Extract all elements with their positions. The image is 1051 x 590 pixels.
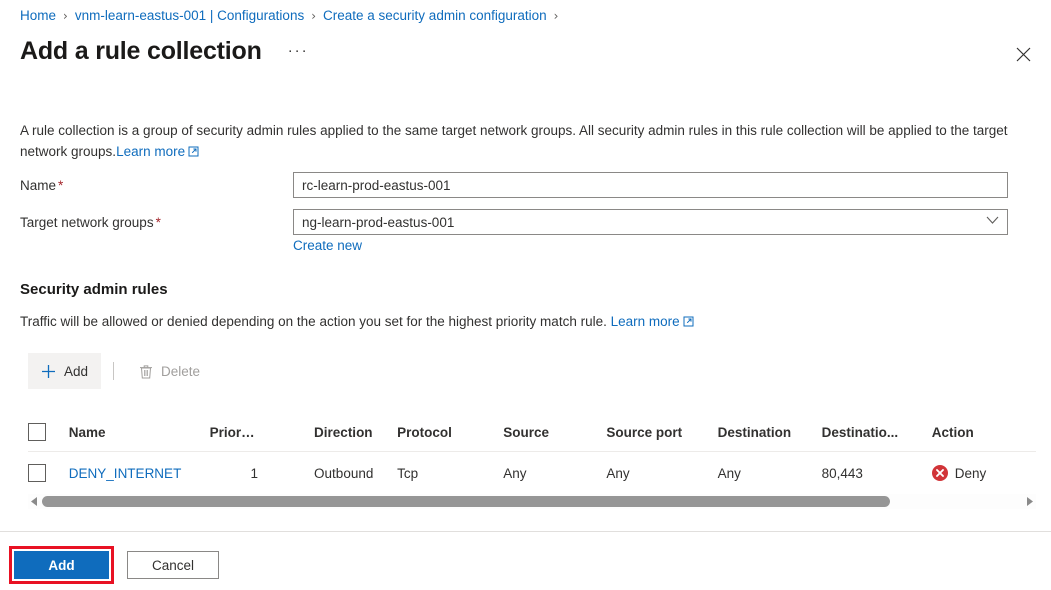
deny-circle-x-icon <box>931 465 948 481</box>
breadcrumb-separator-icon: › <box>553 9 559 23</box>
external-link-icon <box>683 316 694 327</box>
cell-destination: Any <box>715 451 820 495</box>
name-label: Name * <box>20 178 64 193</box>
table-row[interactable]: DENY_INTERNET 1 Outbound Tcp Any Any Any… <box>28 451 1036 495</box>
rules-command-bar: Add Delete <box>28 353 213 389</box>
breadcrumb-item-home[interactable]: Home <box>20 8 56 24</box>
table-header-row: Name Priority ↑ Direction Protocol Source… <box>28 412 1036 452</box>
th-protocol[interactable]: Protocol <box>389 412 496 452</box>
breadcrumb-separator-icon: › <box>311 9 317 23</box>
blade-description: A rule collection is a group of security… <box>20 120 1035 162</box>
external-link-icon <box>188 146 199 157</box>
th-name[interactable]: Name <box>68 412 210 452</box>
th-action[interactable]: Action <box>928 412 1036 452</box>
create-new-network-group-link[interactable]: Create new <box>293 238 362 253</box>
row-checkbox[interactable] <box>28 464 46 482</box>
delete-rule-button[interactable]: Delete <box>126 353 213 389</box>
table-horizontal-scrollbar[interactable] <box>28 494 1036 509</box>
target-network-groups-input[interactable] <box>293 209 1008 235</box>
th-direction[interactable]: Direction <box>284 412 390 452</box>
form-row-target-network-groups: Target network groups * <box>20 209 1008 235</box>
th-destination-port[interactable]: Destinatio... <box>819 412 929 452</box>
cell-source-port: Any <box>604 451 716 495</box>
action-label: Deny <box>954 465 987 481</box>
plus-icon <box>41 364 56 379</box>
trash-icon <box>139 364 153 379</box>
security-admin-rules-subtext: Traffic will be allowed or denied depend… <box>20 312 694 331</box>
rules-learn-more-link[interactable]: Learn more <box>611 314 694 329</box>
more-options-icon[interactable]: ··· <box>284 38 313 64</box>
rule-name-link[interactable]: DENY_INTERNET <box>69 466 182 481</box>
th-priority-label: Priority <box>209 424 257 440</box>
add-rule-button[interactable]: Add <box>28 353 102 389</box>
description-learn-more-link[interactable]: Learn more <box>116 144 199 159</box>
sort-ascending-icon: ↑ <box>261 425 268 440</box>
th-source-port[interactable]: Source port <box>604 412 716 452</box>
cell-priority: 1 <box>209 451 285 495</box>
scroll-left-arrow-icon[interactable] <box>28 494 41 509</box>
close-button[interactable] <box>1008 39 1038 69</box>
delete-rule-label: Delete <box>161 363 201 379</box>
page-title: Add a rule collection <box>20 37 262 65</box>
target-network-groups-label: Target network groups * <box>20 215 161 230</box>
cell-direction: Outbound <box>284 451 390 495</box>
th-select-all <box>28 412 69 452</box>
breadcrumb: Home › vnm-learn-eastus-001 | Configurat… <box>20 8 565 24</box>
cell-protocol: Tcp <box>389 451 496 495</box>
cell-action: Deny <box>928 451 1036 495</box>
row-select-cell <box>28 451 69 495</box>
add-rule-label: Add <box>64 363 89 379</box>
footer-actions: Add Cancel <box>0 532 1051 590</box>
cancel-button[interactable]: Cancel <box>127 551 219 579</box>
submit-add-button[interactable]: Add <box>14 551 109 579</box>
close-icon <box>1016 47 1030 61</box>
rules-table: Name Priority ↑ Direction Protocol Source… <box>28 412 1036 495</box>
command-separator <box>113 362 115 380</box>
security-admin-rules-heading: Security admin rules <box>20 281 168 298</box>
add-rule-collection-blade: Home › vnm-learn-eastus-001 | Configurat… <box>0 0 1051 590</box>
form-row-name: Name * <box>20 172 1008 198</box>
title-row: Add a rule collection ··· <box>20 34 313 68</box>
name-input[interactable] <box>293 172 1008 198</box>
scrollbar-track[interactable] <box>42 496 1022 507</box>
breadcrumb-separator-icon: › <box>63 9 68 23</box>
cell-name: DENY_INTERNET <box>68 451 210 495</box>
name-field-wrap <box>293 172 1008 198</box>
scroll-right-arrow-icon[interactable] <box>1023 494 1036 509</box>
target-network-groups-select-wrap <box>293 209 1008 235</box>
th-priority[interactable]: Priority ↑ <box>209 412 285 452</box>
required-marker: * <box>155 215 161 230</box>
required-marker: * <box>58 178 64 193</box>
select-all-checkbox[interactable] <box>28 423 46 441</box>
breadcrumb-item-create-security-admin-configuration[interactable]: Create a security admin configuration <box>323 8 547 24</box>
rules-table-container: Name Priority ↑ Direction Protocol Source… <box>28 412 1036 495</box>
th-destination[interactable]: Destination <box>715 412 820 452</box>
breadcrumb-item-configurations[interactable]: vnm-learn-eastus-001 | Configurations <box>75 8 304 24</box>
subtext-text: Traffic will be allowed or denied depend… <box>20 314 607 329</box>
cell-destination-port: 80,443 <box>819 451 929 495</box>
scrollbar-thumb[interactable] <box>42 496 890 507</box>
th-source[interactable]: Source <box>495 412 605 452</box>
cell-source: Any <box>495 451 605 495</box>
